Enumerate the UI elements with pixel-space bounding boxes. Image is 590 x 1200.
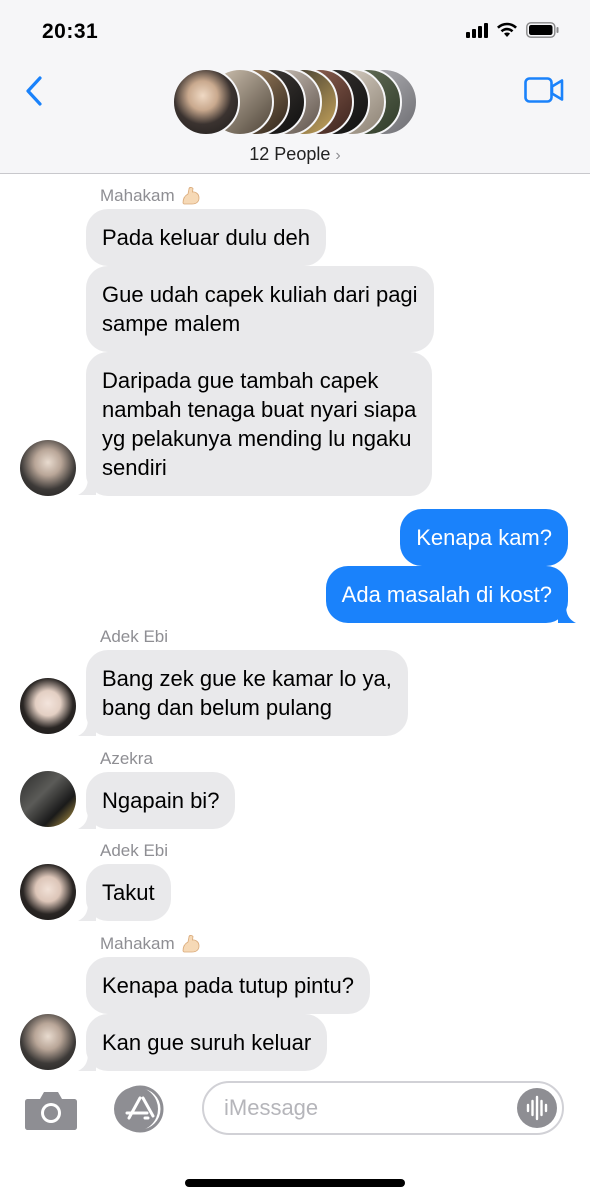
avatar-mahakam[interactable] bbox=[20, 1014, 76, 1070]
status-icons bbox=[466, 22, 560, 38]
avatar-azekra[interactable] bbox=[20, 771, 76, 827]
home-indicator[interactable] bbox=[185, 1179, 405, 1187]
camera-icon bbox=[25, 1092, 77, 1130]
cellular-signal-icon bbox=[466, 22, 488, 38]
camera-button[interactable] bbox=[24, 1089, 78, 1131]
sender-name: Mahakam bbox=[100, 185, 202, 207]
message-bubble-incoming[interactable]: Takut bbox=[86, 864, 171, 921]
audio-message-button[interactable] bbox=[517, 1088, 557, 1128]
people-count-label: 12 People bbox=[249, 144, 331, 164]
bubble-tail bbox=[78, 1053, 96, 1071]
sender-name: Azekra bbox=[100, 749, 153, 768]
message-bubble-incoming[interactable]: Ngapain bi? bbox=[86, 772, 236, 829]
app-store-icon bbox=[114, 1085, 164, 1133]
bubble-tail bbox=[78, 903, 96, 921]
group-avatar-stack[interactable] bbox=[172, 68, 418, 136]
avatar-adek-ebi[interactable] bbox=[20, 864, 76, 920]
bubble-tail bbox=[78, 718, 96, 736]
sender-name: Adek Ebi bbox=[100, 627, 169, 646]
imessage-input[interactable] bbox=[224, 1093, 504, 1123]
video-camera-icon bbox=[524, 77, 564, 103]
avatar-adek-ebi[interactable] bbox=[20, 678, 76, 734]
message-bubble-incoming[interactable]: Daripada gue tambah capek nambah tenaga … bbox=[86, 352, 433, 496]
member-avatar bbox=[172, 68, 240, 136]
message-thread[interactable]: Mahakam Pada keluar dulu deh Gue udah ca… bbox=[0, 175, 590, 1075]
audio-waveform-icon bbox=[526, 1095, 548, 1121]
app-store-button[interactable] bbox=[110, 1084, 170, 1134]
message-bubble-outgoing[interactable]: Ada masalah di kost? bbox=[325, 566, 568, 623]
bubble-tail bbox=[78, 477, 96, 495]
bubble-tail bbox=[558, 605, 576, 623]
avatar-mahakam[interactable] bbox=[20, 440, 76, 496]
sender-name: Mahakam bbox=[100, 933, 202, 955]
sender-name: Adek Ebi bbox=[100, 841, 169, 860]
status-bar: 20:31 bbox=[0, 0, 590, 62]
message-bubble-outgoing[interactable]: Kenapa kam? bbox=[400, 509, 568, 566]
message-bubble-incoming[interactable]: Kan gue suruh keluar bbox=[86, 1014, 328, 1071]
message-bubble-incoming[interactable]: Bang zek gue ke kamar lo ya, bang dan be… bbox=[86, 650, 408, 736]
status-time: 20:31 bbox=[42, 20, 99, 43]
back-button[interactable] bbox=[22, 74, 48, 108]
message-bubble-incoming[interactable]: Pada keluar dulu deh bbox=[86, 209, 326, 266]
imessage-input-container bbox=[202, 1081, 564, 1135]
message-bubble-incoming[interactable]: Kenapa pada tutup pintu? bbox=[86, 957, 371, 1014]
message-bubble-incoming[interactable]: Gue udah capek kuliah dari pagi sampe ma… bbox=[86, 266, 434, 352]
compose-bar bbox=[0, 1075, 590, 1200]
flexed-biceps-icon bbox=[182, 187, 200, 205]
chevron-right-icon: › bbox=[335, 147, 341, 164]
bubble-tail bbox=[78, 811, 96, 829]
battery-icon bbox=[526, 22, 560, 38]
facetime-video-button[interactable] bbox=[524, 76, 564, 104]
wifi-icon bbox=[496, 22, 518, 38]
chevron-left-icon bbox=[26, 76, 42, 106]
flexed-biceps-icon bbox=[182, 935, 200, 953]
conversation-header: 12 People › bbox=[0, 62, 590, 174]
group-members-link[interactable]: 12 People › bbox=[0, 144, 590, 165]
